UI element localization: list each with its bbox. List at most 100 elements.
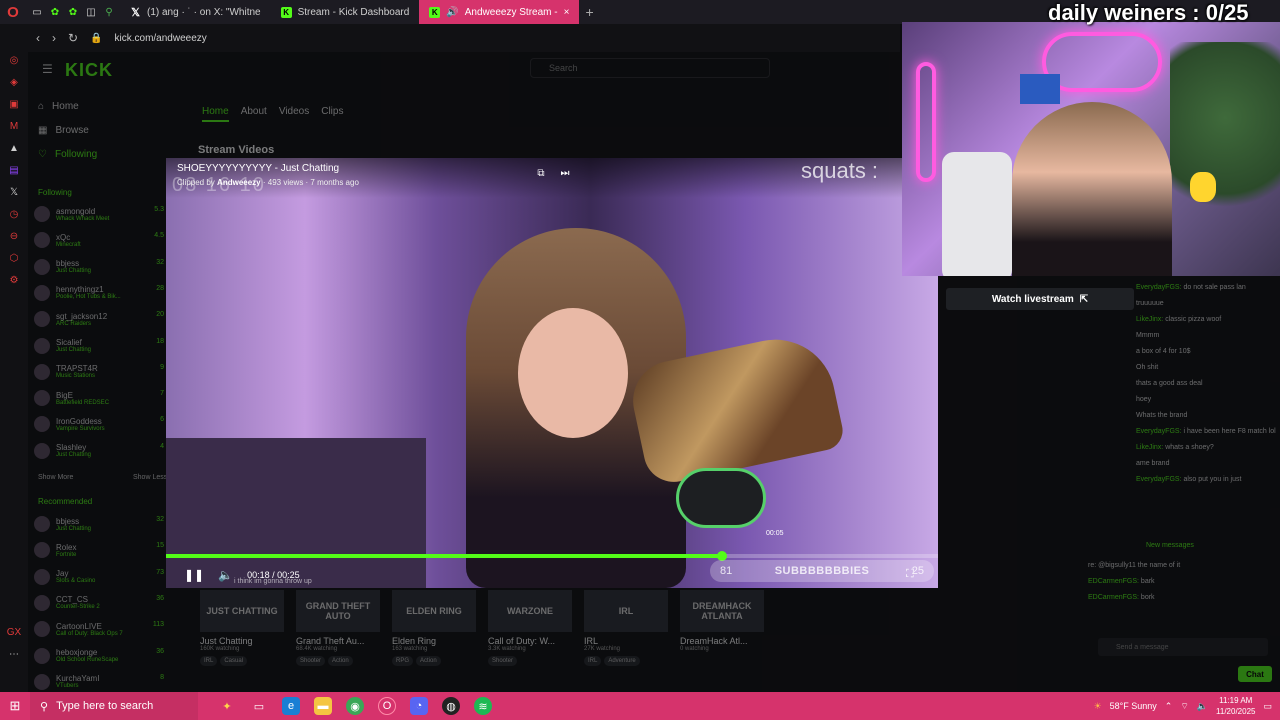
- kick-logo[interactable]: KICK: [65, 60, 113, 81]
- show-less-link[interactable]: Show Less: [133, 474, 167, 481]
- extensions-icon[interactable]: ⬡: [8, 252, 20, 264]
- category-card[interactable]: GRAND THEFT AUTO Grand Theft Au... 68.4K w…: [296, 590, 380, 666]
- kick-sidebar-icon[interactable]: ▲: [8, 142, 20, 154]
- url-field[interactable]: kick.com/andweeezy: [115, 33, 207, 44]
- sidebar-channel[interactable]: xQc Minecraft 4.5: [34, 228, 164, 252]
- pinned-tab-icon[interactable]: ✿: [66, 5, 80, 19]
- tab-about[interactable]: About: [241, 106, 267, 122]
- twitch-icon[interactable]: ▤: [8, 164, 20, 176]
- sidebar-channel[interactable]: Rolex Fortnite 15: [34, 538, 164, 562]
- sidebar-channel[interactable]: IronGoddess Vampire Survivors 6: [34, 412, 164, 436]
- spotify-icon[interactable]: ≋: [474, 697, 492, 715]
- clock[interactable]: 11:19 AM 11/20/2025: [1216, 695, 1255, 717]
- chat-send-button[interactable]: Chat: [1238, 666, 1272, 682]
- copy-link-icon[interactable]: ⧉: [534, 166, 548, 180]
- tab-clips[interactable]: Clips: [321, 106, 343, 122]
- chat-username[interactable]: EverydayFGS:: [1136, 476, 1182, 483]
- x-sidebar-icon[interactable]: 𝕏: [8, 186, 20, 198]
- category-card[interactable]: WARZONE Call of Duty: W... 3.3K watching Sh…: [488, 590, 572, 666]
- sidebar-channel[interactable]: hennythingz1 Poolie, Hot Tubs & Bik... 28: [34, 281, 164, 305]
- new-tab-button[interactable]: +: [579, 4, 599, 20]
- tab-home[interactable]: Home: [202, 106, 229, 122]
- opera-logo-icon[interactable]: O: [0, 0, 26, 24]
- volume-tray-icon[interactable]: 🔈: [1197, 701, 1208, 712]
- category-card[interactable]: IRL IRL 27K watching IRL Adventure: [584, 590, 668, 666]
- sparkle-icon[interactable]: ✦: [218, 697, 236, 715]
- nav-browse[interactable]: ▦ Browse: [38, 122, 97, 138]
- tab-kick-dashboard[interactable]: K Stream - Kick Dashboard: [271, 0, 420, 24]
- category-tag[interactable]: Shooter: [296, 656, 326, 666]
- file-explorer-icon[interactable]: ▬: [314, 697, 332, 715]
- sidebar-channel[interactable]: asmongold Whack Whack Meet 5.3: [34, 202, 164, 226]
- more-icon[interactable]: ⋯: [8, 648, 20, 660]
- sidebar-channel[interactable]: CartoonLIVE Call of Duty: Black Ops 7 113: [34, 617, 164, 641]
- category-tag[interactable]: RPG: [392, 656, 414, 666]
- gmail-icon[interactable]: M: [8, 120, 20, 132]
- sidebar-channel[interactable]: CCT_CS Counter-Strike 2 36: [34, 591, 164, 615]
- task-view-icon[interactable]: ▭: [250, 697, 268, 715]
- sidebar-channel[interactable]: heboxjonge Old School RuneScape 36: [34, 644, 164, 668]
- category-tag[interactable]: IRL: [200, 656, 218, 666]
- pause-icon[interactable]: ❚❚: [184, 568, 204, 582]
- category-tag[interactable]: Action: [328, 656, 353, 666]
- back-icon[interactable]: ‹: [36, 31, 40, 45]
- forward-icon[interactable]: ›: [52, 31, 56, 45]
- weather-text[interactable]: 58°F Sunny: [1110, 701, 1157, 711]
- sidebar-channel[interactable]: Jay Slots & Casino 73: [34, 565, 164, 589]
- chat-username[interactable]: EverydayFGS:: [1136, 284, 1182, 291]
- menu-icon[interactable]: ☰: [42, 62, 53, 76]
- instagram-icon[interactable]: ▣: [8, 98, 20, 110]
- chat-username[interactable]: EDCarmenFGS:: [1088, 594, 1139, 601]
- sidebar-channel[interactable]: bbjess Just Chatting 32: [34, 512, 164, 536]
- show-more-link[interactable]: Show More: [38, 474, 73, 481]
- tab-videos[interactable]: Videos: [279, 106, 309, 122]
- volume-icon[interactable]: 🔈: [218, 568, 233, 582]
- nav-following[interactable]: ♡ Following: [38, 146, 97, 162]
- chat-username[interactable]: EDCarmenFGS:: [1088, 578, 1139, 585]
- category-card[interactable]: DREAMHACK ATLANTA DreamHack Atl... 0 watch…: [680, 590, 764, 666]
- category-tag[interactable]: Adventure: [604, 656, 640, 666]
- tab-x[interactable]: 𝕏 (1) ang · ˙ · on X: "Whitne: [120, 0, 271, 24]
- pinned-tab-icon[interactable]: ◫: [84, 5, 98, 19]
- taskbar-search[interactable]: ⚲ Type here to search: [30, 692, 198, 720]
- skip-next-icon[interactable]: ⏭: [558, 166, 572, 180]
- sidebar-channel[interactable]: sgt_jackson12 ARC Raiders 20: [34, 307, 164, 331]
- downloads-icon[interactable]: ⊖: [8, 230, 20, 242]
- category-card[interactable]: ELDEN RING Elden Ring 163 watching RPG Actio…: [392, 590, 476, 666]
- chrome-icon[interactable]: ◉: [346, 697, 364, 715]
- new-messages-label[interactable]: New messages: [1146, 542, 1194, 549]
- tray-overflow-icon[interactable]: ⌃: [1165, 701, 1173, 712]
- pinned-tab-icon[interactable]: ▭: [30, 5, 44, 19]
- sidebar-channel[interactable]: bbjess Just Chatting 32: [34, 255, 164, 279]
- reload-icon[interactable]: ↻: [68, 31, 78, 45]
- tab-andweeezy-stream[interactable]: K 🔊 Andweeezy Stream - ×: [419, 0, 580, 24]
- category-tag[interactable]: Shooter: [488, 656, 518, 666]
- chat-username[interactable]: LikeJinx:: [1136, 316, 1163, 323]
- wifi-icon[interactable]: ⌔: [1180, 701, 1188, 712]
- chat-username[interactable]: LikeJinx:: [1136, 444, 1163, 451]
- chat-input[interactable]: Send a message: [1098, 638, 1268, 656]
- clipped-by-link[interactable]: Andweeezy: [217, 178, 261, 187]
- messenger-icon[interactable]: ◈: [8, 76, 20, 88]
- close-tab-icon[interactable]: ×: [564, 7, 570, 18]
- chat-username[interactable]: EverydayFGS:: [1136, 428, 1182, 435]
- discord-icon[interactable]: ◔: [410, 697, 428, 715]
- watch-livestream-button[interactable]: Watch livestream ⇱: [946, 288, 1134, 310]
- pinned-tab-icon[interactable]: ✿: [48, 5, 62, 19]
- sidebar-channel[interactable]: Slashley Just Chatting 4: [34, 439, 164, 463]
- video-player[interactable]: 03 16 10 SHOEYYYYYYYYYY - Just Chatting …: [166, 158, 938, 588]
- fullscreen-icon[interactable]: ⛶: [906, 568, 914, 581]
- obs-icon[interactable]: ◍: [442, 697, 460, 715]
- sidebar-channel[interactable]: TRAPST4R Music Stations 9: [34, 360, 164, 384]
- windows-start-icon[interactable]: ⊞: [0, 692, 30, 720]
- gx-icon[interactable]: GX: [7, 626, 21, 638]
- history-icon[interactable]: ◷: [8, 208, 20, 220]
- sidebar-channel[interactable]: KurchaYamI VTubers 8: [34, 670, 164, 694]
- category-card[interactable]: JUST CHATTING Just Chatting 160K watching I…: [200, 590, 284, 666]
- progress-bar[interactable]: [166, 551, 938, 561]
- aria-icon[interactable]: ◎: [8, 54, 20, 66]
- category-tag[interactable]: Casual: [220, 656, 248, 666]
- edge-icon[interactable]: e: [282, 697, 300, 715]
- notifications-icon[interactable]: ▭: [1263, 701, 1272, 712]
- category-tag[interactable]: IRL: [584, 656, 602, 666]
